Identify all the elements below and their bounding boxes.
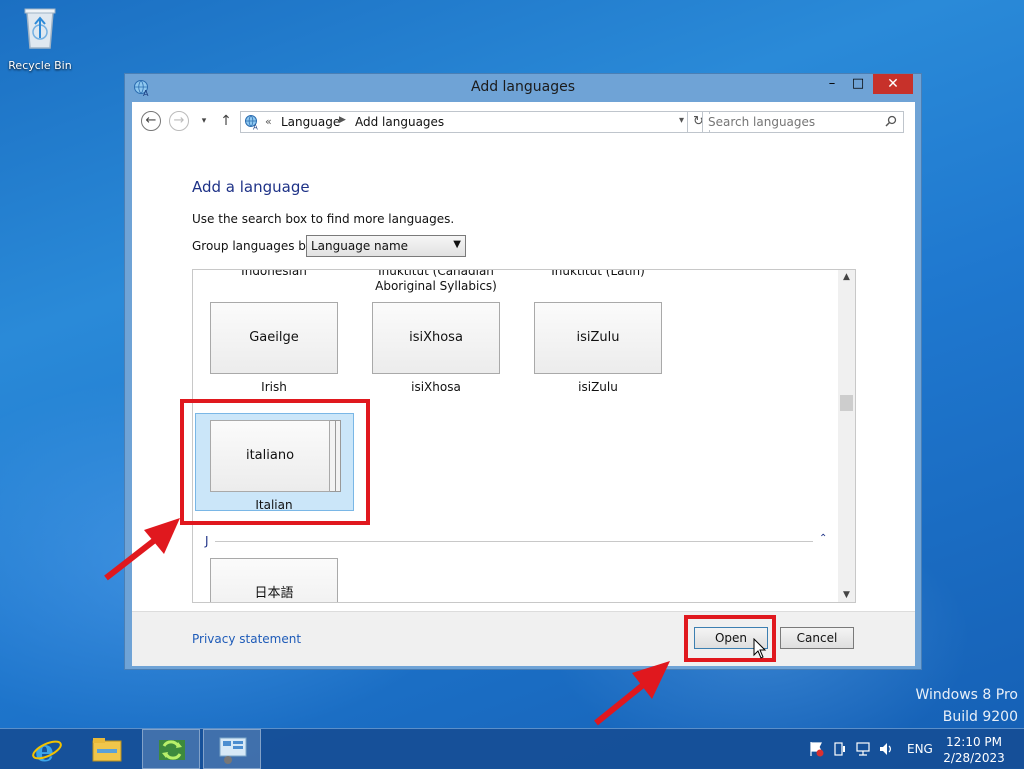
breadcrumb-separator[interactable]: ▶ <box>339 115 346 125</box>
language-label-inuktitut-latin: Inuktitut (Latin) <box>551 269 645 278</box>
title-bar[interactable]: A Add languages – □ ✕ <box>125 74 921 102</box>
search-input[interactable] <box>708 114 878 130</box>
window-client-area: ← → ▾ ↑ A « Language ▶ Add languages ▾ ↻ <box>132 102 915 666</box>
page-title: Add a language <box>192 178 310 196</box>
breadcrumb-add-languages[interactable]: Add languages <box>355 115 444 129</box>
clock-date: 2/28/2023 <box>943 751 1005 765</box>
taskbar-file-explorer[interactable] <box>78 729 136 769</box>
system-clock[interactable]: 12:10 PM 2/28/2023 <box>940 734 1008 766</box>
group-by-label: Group languages by: <box>192 239 317 253</box>
recent-locations-button[interactable]: ▾ <box>194 111 214 131</box>
address-overflow-chevron[interactable]: « <box>265 115 272 128</box>
watermark-build: Build 9200 <box>942 709 1018 725</box>
up-button[interactable]: ↑ <box>216 111 236 131</box>
help-text: Use the search box to find more language… <box>192 212 455 226</box>
annotation-arrow-open <box>594 661 670 726</box>
recycle-bin-label: Recycle Bin <box>8 59 72 72</box>
remote-desktop-icon <box>219 737 247 764</box>
clock-time: 12:10 PM <box>946 735 1002 749</box>
minimize-button[interactable]: – <box>819 74 845 94</box>
window-title: Add languages <box>470 79 576 95</box>
svg-text:A: A <box>253 124 258 131</box>
vertical-scrollbar[interactable]: ▲ ▼ <box>838 270 855 602</box>
address-bar[interactable]: A « Language ▶ Add languages ▾ <box>240 111 688 133</box>
privacy-statement-link[interactable]: Privacy statement <box>192 632 301 646</box>
language-label-indonesian: Indonesian <box>241 269 307 278</box>
windows-watermark: Windows 8 Pro Build 9200 <box>915 684 1018 728</box>
recycle-bin-shortcut[interactable]: Recycle Bin <box>6 6 74 72</box>
address-dropdown-button[interactable]: ▾ <box>679 115 684 126</box>
power-icon[interactable] <box>832 741 848 757</box>
language-label-inuktitut-syllabics: Inuktitut (Canadian Aboriginal Syllabics… <box>375 269 497 293</box>
language-tile-japanese[interactable]: 日本語 <box>210 558 338 602</box>
language-tile-irish[interactable]: Gaeilge <box>210 302 338 374</box>
add-languages-window: A Add languages – □ ✕ ← → ▾ ↑ A « Langua… <box>124 73 922 670</box>
input-language-indicator[interactable]: ENG <box>907 742 933 756</box>
language-tile-isixhosa[interactable]: isiXhosa <box>372 302 500 374</box>
group-divider <box>215 541 813 542</box>
recycle-bin-icon <box>24 8 56 49</box>
internet-explorer-icon: e <box>32 734 62 765</box>
group-header-j: J <box>205 534 209 548</box>
taskbar-internet-explorer[interactable]: e <box>18 729 76 769</box>
close-button[interactable]: ✕ <box>873 74 913 94</box>
cancel-button[interactable]: Cancel <box>780 627 854 649</box>
group-by-value: Language name <box>311 239 409 253</box>
volume-icon[interactable] <box>878 741 894 757</box>
annotation-arrow-italian <box>104 518 180 581</box>
navigation-bar: ← → ▾ ↑ A « Language ▶ Add languages ▾ ↻ <box>132 102 915 142</box>
scroll-thumb[interactable] <box>840 395 853 411</box>
search-icon[interactable] <box>885 115 897 127</box>
group-by-select[interactable]: Language name ▼ <box>306 235 466 257</box>
language-tile-isizulu[interactable]: isiZulu <box>534 302 662 374</box>
back-button[interactable]: ← <box>141 111 161 131</box>
chevron-down-icon: ▼ <box>453 239 461 250</box>
language-globe-icon: A <box>245 115 258 131</box>
language-label-irish: Irish <box>261 380 287 394</box>
highlight-box-italian <box>180 399 370 525</box>
language-control-panel-icon <box>159 740 185 760</box>
watermark-edition: Windows 8 Pro <box>915 687 1018 703</box>
collapse-group-button[interactable]: ⌃ <box>819 533 827 544</box>
language-label-isizulu: isiZulu <box>578 380 618 394</box>
scroll-up-button[interactable]: ▲ <box>838 272 855 282</box>
taskbar: e ENG 12:10 PM 2/28/2023 <box>0 728 1024 769</box>
search-box[interactable] <box>702 111 904 133</box>
taskbar-remote-desktop[interactable] <box>203 729 261 769</box>
maximize-button[interactable]: □ <box>845 74 871 94</box>
mouse-cursor-icon <box>753 638 767 659</box>
dialog-footer: Privacy statement Open Cancel <box>132 611 915 666</box>
language-label-isixhosa: isiXhosa <box>411 380 461 394</box>
action-center-flag-icon[interactable] <box>808 741 824 757</box>
taskbar-language-control-panel[interactable] <box>142 729 200 769</box>
scroll-down-button[interactable]: ▼ <box>838 590 855 600</box>
network-icon[interactable] <box>855 741 871 757</box>
file-explorer-icon <box>92 738 122 762</box>
forward-button[interactable]: → <box>169 111 189 131</box>
breadcrumb-language[interactable]: Language <box>281 115 340 129</box>
